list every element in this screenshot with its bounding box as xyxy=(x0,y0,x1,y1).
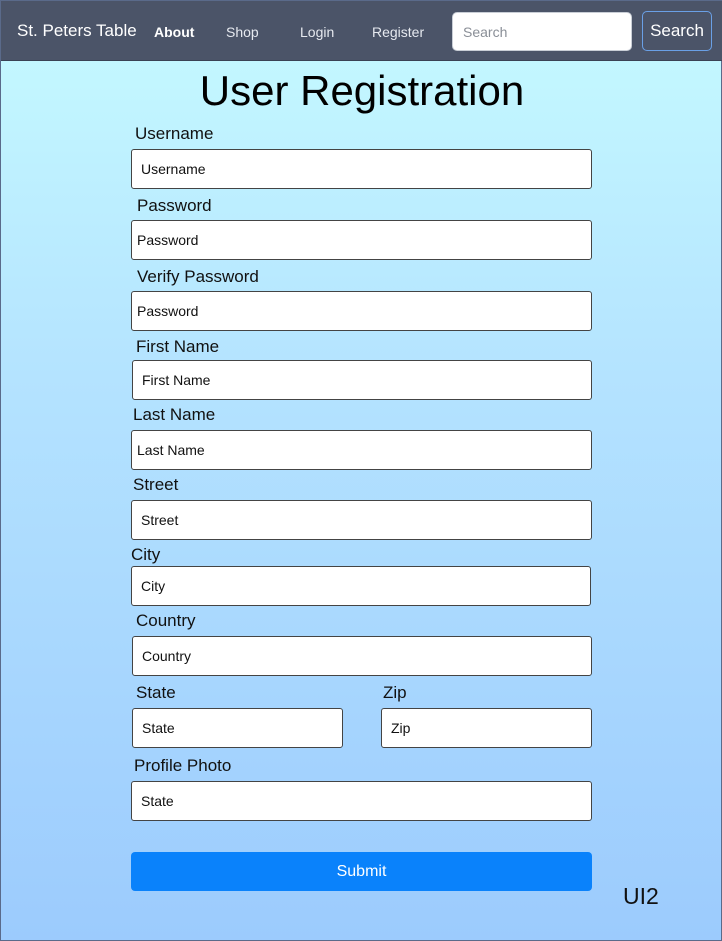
brand-link[interactable]: St. Peters Table xyxy=(17,21,137,41)
street-label: Street xyxy=(133,475,179,494)
verify-password-label: Verify Password xyxy=(137,267,259,286)
city-label: City xyxy=(131,545,161,564)
profile-photo-field[interactable] xyxy=(131,781,592,821)
zip-field[interactable] xyxy=(381,708,592,748)
navbar: St. Peters Table About Shop Login Regist… xyxy=(1,1,722,61)
nav-link-about[interactable]: About xyxy=(154,24,194,40)
last-name-field[interactable] xyxy=(131,430,592,470)
state-field[interactable] xyxy=(132,708,343,748)
password-label: Password xyxy=(137,196,212,215)
verify-password-field[interactable] xyxy=(131,291,592,331)
street-field[interactable] xyxy=(131,500,592,540)
page-frame: St. Peters Table About Shop Login Regist… xyxy=(0,0,722,941)
city-field[interactable] xyxy=(131,566,591,606)
country-field[interactable] xyxy=(132,636,592,676)
password-field[interactable] xyxy=(131,220,592,260)
screen-id-label: UI2 xyxy=(623,883,659,909)
profile-photo-label: Profile Photo xyxy=(134,756,232,775)
zip-label: Zip xyxy=(383,683,407,702)
page-title: User Registration xyxy=(199,67,525,114)
state-label: State xyxy=(136,683,176,702)
nav-link-shop[interactable]: Shop xyxy=(226,24,259,40)
nav-link-register[interactable]: Register xyxy=(372,24,424,40)
search-input[interactable] xyxy=(452,12,632,51)
first-name-label: First Name xyxy=(136,337,220,356)
nav-link-login[interactable]: Login xyxy=(300,24,334,40)
last-name-label: Last Name xyxy=(133,405,216,424)
country-label: Country xyxy=(136,611,196,630)
username-label: Username xyxy=(135,124,214,143)
search-button[interactable]: Search xyxy=(642,11,712,51)
submit-button[interactable]: Submit xyxy=(131,852,592,891)
username-field[interactable] xyxy=(131,149,592,189)
first-name-field[interactable] xyxy=(132,360,592,400)
